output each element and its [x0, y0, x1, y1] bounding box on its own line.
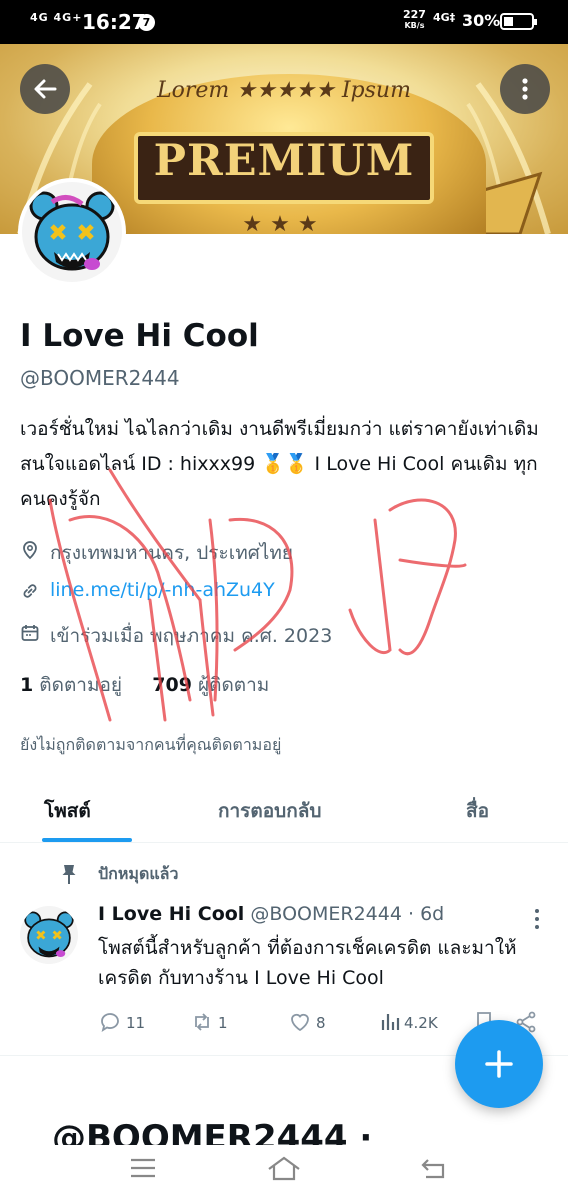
tab-media[interactable]: สื่อ [466, 796, 489, 826]
profile-name: I Love Hi Cool [20, 318, 259, 354]
tweet-more-icon[interactable] [533, 908, 541, 930]
more-options-button[interactable] [500, 64, 550, 114]
location-icon [23, 541, 37, 560]
views-icon [381, 1014, 400, 1030]
profile-tabs: โพสต์ การตอบกลับ สื่อ [0, 780, 568, 843]
profile-bio: เวอร์ชั่นใหม่ ไฉไลกว่าเดิม งานดีพรีเมี่ย… [20, 418, 539, 510]
active-tab-indicator [42, 838, 132, 842]
net-speed: 227 KB/s [403, 8, 426, 30]
status-bar: 4G 4G+ 16:27 7 227 KB/s 4G‡ 30% [0, 0, 568, 44]
tweet-text: โพสต์นี้สำหรับลูกค้า ที่ต้องการเช็คเครดิ… [98, 937, 517, 989]
link-icon [23, 584, 37, 598]
like-icon [291, 1013, 309, 1032]
banner-top-text: Lorem ★★★★★ Ipsum [157, 78, 411, 103]
system-nav-bar [0, 1145, 568, 1200]
bear-avatar-image [24, 911, 74, 958]
compose-button[interactable] [455, 1020, 543, 1108]
tweet-author-handle: @BOOMER2444 [250, 903, 402, 925]
following-link[interactable]: 1 ติดตามอยู่ [20, 674, 122, 696]
back-arrow-icon [34, 79, 57, 99]
banner-main-text: PREMIUM [153, 136, 415, 186]
battery-percent: 30% [462, 11, 501, 30]
notification-badge: 7 [138, 14, 155, 31]
bear-avatar-image [29, 191, 115, 271]
follow-stats: 1 ติดตามอยู่ 709 ผู้ติดตาม [20, 670, 269, 700]
tweet-avatar[interactable] [20, 906, 78, 964]
not-followed-note: ยังไม่ถูกติดตามจากคนที่คุณติดตามอยู่ [20, 735, 282, 754]
profile-link[interactable]: line.me/ti/p/-nh-ahZu4Y [50, 579, 275, 601]
home-icon[interactable] [266, 1155, 302, 1183]
compose-plus-icon [485, 1050, 513, 1078]
followers-link[interactable]: 709 ผู้ติดตาม [152, 674, 269, 696]
profile-avatar[interactable] [18, 178, 126, 286]
battery-icon [500, 13, 537, 30]
retweet-icon [195, 1013, 209, 1031]
back-icon[interactable] [418, 1155, 448, 1181]
back-button[interactable] [20, 64, 70, 114]
tweet-header: I Love Hi Cool @BOOMER2444 · 6d [98, 903, 444, 925]
tab-replies[interactable]: การตอบกลับ [218, 796, 321, 826]
status-time: 16:27 [82, 10, 146, 34]
pin-icon [62, 865, 76, 884]
tweet-author-name[interactable]: I Love Hi Cool [98, 903, 244, 925]
network-type: 4G‡ [433, 11, 456, 24]
tab-posts[interactable]: โพสต์ [44, 796, 91, 826]
menu-icon[interactable] [128, 1155, 158, 1181]
calendar-icon [21, 625, 39, 641]
reply-icon [101, 1013, 119, 1032]
signal-indicator: 4G 4G+ [30, 11, 83, 24]
more-vertical-icon [522, 78, 528, 100]
profile-handle: @BOOMER2444 [20, 366, 180, 390]
tweet-time: · 6d [408, 903, 445, 925]
